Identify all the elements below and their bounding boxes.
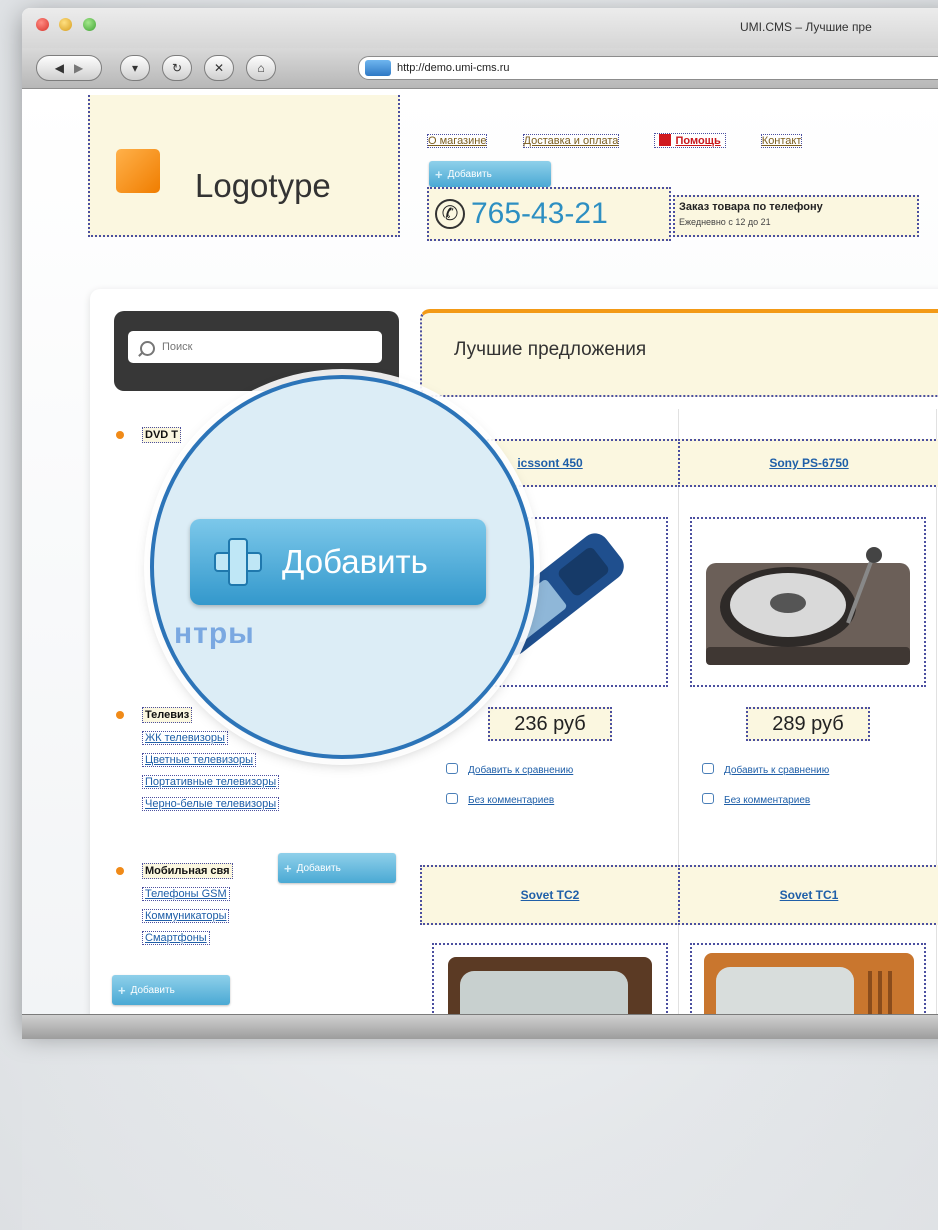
back-forward-button[interactable]: ◀ ▶ bbox=[36, 55, 102, 81]
lifebuoy-icon bbox=[659, 134, 672, 146]
back-arrow-icon[interactable]: ◀ bbox=[55, 61, 64, 75]
order-info-block[interactable]: Заказ товара по телефону Ежедневно с 12 … bbox=[673, 195, 919, 237]
nav-link-contacts[interactable]: Контакт bbox=[760, 134, 803, 148]
category-title[interactable]: Телевиз bbox=[142, 707, 193, 723]
top-navigation: О магазине Доставка и оплата Помощь Конт… bbox=[427, 133, 834, 148]
subcategory-link[interactable]: Телефоны GSM bbox=[142, 887, 230, 901]
nav-link-help-label: Помощь bbox=[675, 135, 721, 147]
compare-label: Добавить к сравнению bbox=[468, 765, 574, 776]
nav-link-help[interactable]: Помощь bbox=[654, 133, 726, 148]
product-price: 289 руб bbox=[746, 707, 870, 741]
browser-toolbar: ◀ ▶ ▾ ↻ ✕ ⌂ http://demo.umi-cms.ru bbox=[22, 48, 938, 89]
stop-button[interactable]: ✕ bbox=[204, 55, 234, 81]
add-button-label: Добавить bbox=[130, 984, 175, 996]
bullet-icon bbox=[116, 867, 124, 875]
phone-block[interactable]: ✆ 765-43-21 bbox=[427, 187, 671, 241]
compare-label: Добавить к сравнению bbox=[724, 765, 830, 776]
nav-link-delivery[interactable]: Доставка и оплата bbox=[522, 134, 620, 148]
subcategory-link[interactable]: Портативные телевизоры bbox=[142, 775, 280, 789]
best-offers-header: Лучшие предложения bbox=[420, 309, 938, 397]
add-button-label: Добавить bbox=[296, 862, 341, 874]
comments-label: Без комментариев bbox=[468, 795, 555, 806]
plus-icon: + bbox=[118, 982, 126, 998]
chevron-down-icon: ▾ bbox=[131, 61, 139, 75]
plus-icon bbox=[214, 538, 262, 586]
product-image-turntable[interactable] bbox=[690, 517, 926, 687]
add-button-magnified[interactable]: Добавить bbox=[190, 519, 486, 605]
subcategory-link[interactable]: Цветные телевизоры bbox=[142, 753, 257, 767]
bullet-icon bbox=[116, 711, 124, 719]
category-title[interactable]: DVD T bbox=[142, 427, 181, 443]
turntable-image bbox=[706, 547, 910, 665]
magnified-button-label: Добавить bbox=[282, 543, 428, 580]
browser-bottom-bar bbox=[22, 1014, 938, 1039]
add-button-top[interactable]: + Добавить bbox=[429, 161, 551, 187]
home-icon: ⌂ bbox=[257, 61, 265, 75]
dropdown-button[interactable]: ▾ bbox=[120, 55, 150, 81]
product-title-link[interactable]: Sovet TC2 bbox=[420, 865, 680, 925]
subcategory-link[interactable]: Черно-белые телевизоры bbox=[142, 797, 280, 811]
comments-link[interactable]: Без комментариев bbox=[702, 793, 810, 806]
window-title: UMI.CMS – Лучшие пре bbox=[740, 20, 872, 34]
order-hours: Ежедневно с 12 до 21 bbox=[679, 217, 771, 227]
add-button-label: Добавить bbox=[447, 168, 492, 180]
best-offers-title: Лучшие предложения bbox=[454, 339, 647, 360]
site-favicon-icon bbox=[365, 60, 391, 76]
nav-link-about[interactable]: О магазине bbox=[427, 134, 488, 148]
phone-number: 765-43-21 bbox=[471, 197, 608, 230]
comments-link[interactable]: Без комментариев bbox=[446, 793, 554, 806]
plus-icon: + bbox=[284, 860, 292, 876]
forward-arrow-icon[interactable]: ▶ bbox=[74, 61, 83, 75]
title-bar: UMI.CMS – Лучшие пре bbox=[22, 8, 938, 48]
column-divider bbox=[678, 409, 679, 1030]
search-icon bbox=[140, 341, 155, 356]
add-button-bottom[interactable]: + Добавить bbox=[112, 975, 230, 1005]
compare-icon bbox=[702, 763, 714, 774]
logo-block[interactable]: Logotype bbox=[88, 95, 400, 237]
url-text: http://demo.umi-cms.ru bbox=[397, 62, 510, 74]
zoom-window-button[interactable] bbox=[82, 18, 96, 31]
puzzle-logo-icon bbox=[116, 149, 160, 193]
plus-icon: + bbox=[435, 166, 443, 182]
logo-text: Logotype bbox=[195, 167, 331, 204]
compare-icon bbox=[446, 763, 458, 774]
reload-icon: ↻ bbox=[171, 61, 183, 75]
add-to-compare-link[interactable]: Добавить к сравнению bbox=[446, 763, 573, 776]
product-title-link[interactable]: Sony PS-6750 bbox=[678, 439, 938, 487]
close-window-button[interactable] bbox=[36, 18, 49, 31]
address-bar[interactable]: http://demo.umi-cms.ru bbox=[358, 56, 938, 80]
add-button-category[interactable]: + Добавить bbox=[278, 853, 396, 883]
home-button[interactable]: ⌂ bbox=[246, 55, 276, 81]
product-title-link[interactable]: Sovet TC1 bbox=[678, 865, 938, 925]
subcategory-link[interactable]: ЖК телевизоры bbox=[142, 731, 228, 745]
comment-icon bbox=[446, 793, 458, 804]
stop-icon: ✕ bbox=[213, 61, 225, 75]
comment-icon bbox=[702, 793, 714, 804]
minimize-window-button[interactable] bbox=[59, 18, 73, 31]
magnified-background-text: нтры bbox=[174, 617, 255, 650]
order-title: Заказ товара по телефону bbox=[679, 201, 823, 213]
category-title[interactable]: Мобильная свя bbox=[142, 863, 233, 879]
subcategory-link[interactable]: Коммуникаторы bbox=[142, 909, 230, 923]
product-price: 236 руб bbox=[488, 707, 612, 741]
comments-label: Без комментариев bbox=[724, 795, 811, 806]
subcategory-link[interactable]: Смартфоны bbox=[142, 931, 210, 945]
magnifier-callout: Добавить нтры bbox=[150, 375, 534, 759]
bullet-icon bbox=[116, 431, 124, 439]
add-to-compare-link[interactable]: Добавить к сравнению bbox=[702, 763, 829, 776]
reload-button[interactable]: ↻ bbox=[162, 55, 192, 81]
phone-icon: ✆ bbox=[435, 199, 465, 229]
traffic-lights bbox=[36, 18, 102, 36]
window-reflection bbox=[22, 1040, 938, 1230]
column-divider bbox=[936, 409, 937, 1030]
search-input[interactable] bbox=[128, 331, 382, 363]
